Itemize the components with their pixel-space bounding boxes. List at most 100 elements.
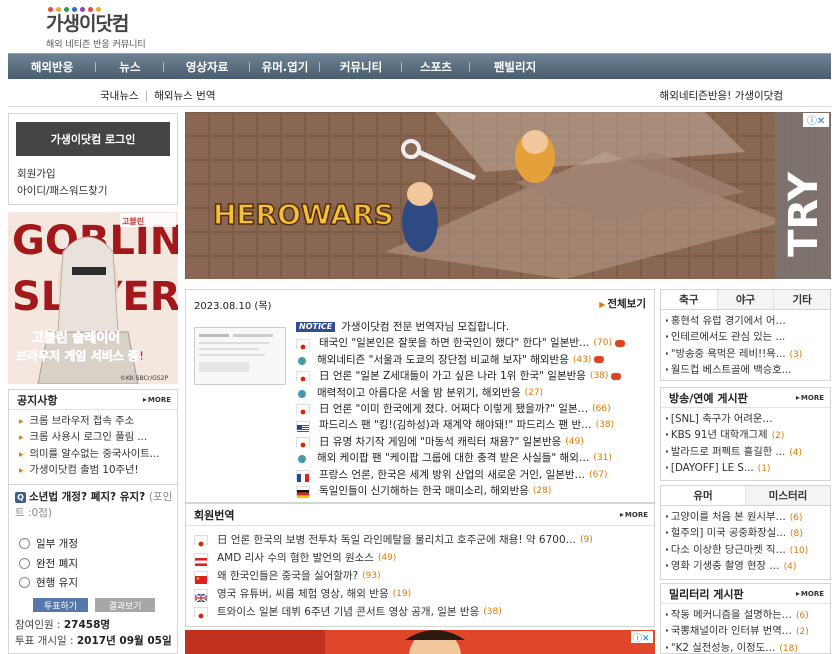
sports-item[interactable]: 인테르에서도 관심 있는 ... [665, 329, 830, 345]
tab-humor-1[interactable]: 미스터리 [745, 486, 830, 505]
news-item[interactable]: 태국인 "일본인은 잘못을 하면 한국인이 했다" 한다" 일본반… (70) [296, 335, 651, 351]
news-item[interactable]: 파드리스 팬 "킹!(김하성)과 재계약 해야돼!" 파드리스 팬 반… (38) [296, 417, 651, 433]
tab-humor-0[interactable]: 유머 [661, 486, 745, 505]
military-item[interactable]: "K2 실전성능, 이정도… (18) [665, 640, 830, 654]
view-all-link[interactable]: 전체보기 [599, 296, 646, 311]
member-item-title[interactable]: 日 언론 한국의 보병 전투차 독일 라인메탈을 물리치고 호주군에 채용! 약… [217, 531, 576, 549]
tab-sports-2[interactable]: 기타 [773, 290, 831, 309]
member-item[interactable]: AMD 리사 수의 혐한 발언의 원소스 (49) [194, 549, 654, 567]
news-thumbnail[interactable] [194, 327, 286, 385]
bottom-banner-ad[interactable]: ⓘ✕ [185, 630, 655, 654]
news-title[interactable]: 매력적이고 아름다운 서울 밤 분위기, 해외반응 [317, 385, 521, 401]
login-button[interactable]: 가생이닷컴 로그인 [16, 122, 170, 156]
sports-item[interactable]: 월드컵 베스트골에 백승호... [665, 362, 830, 378]
news-item[interactable]: 日 언론 "일본 Z세대들이 가고 싶은 나라 1위 한국" 일본반응 (38) [296, 368, 651, 384]
news-item[interactable]: 독일인들이 신기해하는 한국 매미소리, 해외반응 (28) [296, 483, 651, 499]
celeb-item-text[interactable]: [SNL] 축구가 어려운… [671, 413, 773, 425]
humor-item-text[interactable]: 영화 기생충 촬영 현장 … [671, 560, 780, 572]
humor-item[interactable]: 헐주의] 미국 공중화장실... (8) [665, 525, 830, 541]
celeb-item-text[interactable]: 발라드로 퍼펙트 흘길한 ... [671, 446, 785, 458]
military-more-link[interactable]: MORE [796, 589, 824, 598]
notice-item[interactable]: 가생이닷컴 출범 10주년! [19, 462, 177, 478]
nav-item-5[interactable]: 스포츠 [402, 59, 470, 75]
sports-item-text[interactable]: 인테르에서도 관심 있는 ... [671, 331, 785, 343]
poll-option-3[interactable]: 현행 유지 [19, 575, 78, 590]
news-item[interactable]: 해외 케이팝 팬 "케이팝 그룹에 대한 충격 받은 사실들" 해외… (31) [296, 450, 651, 466]
nav-item-0[interactable]: 해외반응 [8, 59, 96, 75]
sports-item[interactable]: 홍현석 유럽 경기에서 어… [665, 313, 830, 329]
member-item[interactable]: 왜 한국인들은 중국을 싫어할까? (93) [194, 567, 654, 585]
tab-sports-0[interactable]: 축구 [661, 290, 717, 309]
notice-item[interactable]: 크롬 브라우저 접속 주소 [19, 413, 177, 429]
news-item[interactable]: 日 언론 "이미 한국에게 졌다. 어쩌다 이렇게 됐을까?" 일본… (66) [296, 401, 651, 417]
member-item-title[interactable]: 트와이스 일본 데뷔 6주년 기념 콘서트 영상 공개, 일본 반응 [217, 603, 479, 621]
sports-item[interactable]: "방송중 욕먹은 레비!!욕...(3) [665, 346, 830, 362]
result-button[interactable]: 결과보기 [95, 598, 155, 612]
nav-item-3[interactable]: 유머.엽기 [250, 59, 320, 75]
notice-item[interactable]: 크롬 사용시 로그인 풀림 ... [19, 429, 177, 445]
news-title[interactable]: 해외 케이팝 팬 "케이팝 그룹에 대한 충격 받은 사실들" 해외… [317, 450, 589, 466]
news-title[interactable]: 가생이닷컴 전문 번역자님 모집합니다. [341, 319, 509, 335]
member-more-link[interactable]: MORE [620, 510, 648, 519]
news-title[interactable]: 해외네티즌 "서울과 도쿄의 장단점 비교해 보자" 해외반응 [317, 352, 569, 368]
celeb-item-text[interactable]: [DAYOFF] LE S... [671, 462, 754, 474]
news-title[interactable]: 독일인들이 신기해하는 한국 매미소리, 해외반응 [319, 483, 529, 499]
poll-option-1[interactable]: 일부 개정 [19, 536, 78, 551]
nav-item-6[interactable]: 팬빌리지 [470, 59, 560, 75]
military-item-text[interactable]: 국뽕채널이라 인터뷰 번역… [671, 625, 792, 637]
vote-button[interactable]: 투표하기 [33, 598, 88, 612]
tab-sports-1[interactable]: 야구 [716, 290, 774, 309]
military-item[interactable]: 작동 메커니즘을 설명하는…(6) [665, 607, 830, 623]
nav-item-2[interactable]: 영상자료 [164, 59, 250, 75]
site-logo[interactable]: 가생이닷컴 해외 네티즌 반응 커뮤니티 [46, 5, 146, 50]
news-item[interactable]: 매력적이고 아름다운 서울 밤 분위기, 해외반응 (27) [296, 385, 651, 401]
member-item-title[interactable]: 왜 한국인들은 중국을 싫어할까? [217, 567, 358, 585]
member-item-title[interactable]: AMD 리사 수의 혐한 발언의 원소스 [217, 549, 374, 567]
notice-more-link[interactable]: MORE [143, 395, 171, 404]
sports-item-text[interactable]: "방송중 욕먹은 레비!!욕... [671, 348, 786, 360]
news-item[interactable]: 日 유명 차기작 게임에 "마동석 캐릭터 채용?" 일본반응 (49) [296, 434, 651, 450]
notice-item[interactable]: 의미를 알수없는 중국사이트... [19, 446, 177, 462]
humor-item[interactable]: 고양이를 처음 본 원시부…(6) [665, 509, 830, 525]
subnav-domestic-news[interactable]: 국내뉴스 [100, 90, 139, 102]
member-item[interactable]: 영국 유튜버, 씨름 체험 영상, 해외 반응 (19) [194, 585, 654, 603]
news-item[interactable]: NOTICE 가생이닷컴 전문 번역자님 모집합니다. [296, 319, 651, 335]
celeb-item[interactable]: 발라드로 퍼펙트 흘길한 ... (4) [665, 444, 830, 460]
celeb-item-text[interactable]: KBS 91년 대학개그제 [671, 429, 768, 441]
member-item-title[interactable]: 영국 유튜버, 씨름 체험 영상, 해외 반응 [217, 585, 389, 603]
celeb-item[interactable]: [DAYOFF] LE S...(1) [665, 460, 830, 476]
celeb-more-link[interactable]: MORE [796, 393, 824, 402]
radio-icon[interactable] [19, 538, 30, 549]
radio-icon[interactable] [19, 577, 30, 588]
news-title[interactable]: 日 유명 차기작 게임에 "마동석 캐릭터 채용?" 일본반응 [319, 434, 561, 450]
news-title[interactable]: 태국인 "일본인은 잘못을 하면 한국인이 했다" 한다" 일본반… [319, 335, 590, 351]
member-item[interactable]: 트와이스 일본 데뷔 6주년 기념 콘서트 영상 공개, 일본 반응 (38) [194, 603, 654, 621]
humor-item[interactable]: 영화 기생충 촬영 현장 …(4) [665, 558, 830, 574]
poll-option-2[interactable]: 완전 폐지 [19, 556, 78, 571]
news-title[interactable]: 파드리스 팬 "킹!(김하성)과 재계약 해야돼!" 파드리스 팬 반… [319, 417, 592, 433]
find-account-link[interactable]: 아이디/패스워드찾기 [17, 183, 107, 198]
military-item-text[interactable]: 작동 메커니즘을 설명하는… [671, 609, 792, 621]
sports-item-text[interactable]: 홍현석 유럽 경기에서 어… [671, 315, 786, 327]
humor-item-text[interactable]: 헐주의] 미국 공중화장실... [671, 527, 786, 539]
subnav-foreign-news[interactable]: 해외뉴스 번역 [154, 90, 215, 102]
hero-wars-ad[interactable]: HEROWARS TRY ⓘ✕ [185, 112, 831, 279]
sports-item-text[interactable]: 월드컵 베스트골에 백승호... [671, 364, 792, 376]
goblin-slayer-ad[interactable]: GOBLIN SLAYER 고블린 고블린 슬레이어 브라우저 게임 서비스 중… [8, 212, 178, 384]
member-item[interactable]: 日 언론 한국의 보병 전투차 독일 라인메탈을 물리치고 호주군에 채용! 약… [194, 531, 654, 549]
join-link[interactable]: 회원가입 [17, 166, 56, 181]
military-item-text[interactable]: "K2 실전성능, 이정도… [671, 642, 775, 654]
radio-icon[interactable] [19, 558, 30, 569]
news-title[interactable]: 日 언론 "이미 한국에게 졌다. 어쩌다 이렇게 됐을까?" 일본… [319, 401, 588, 417]
news-title[interactable]: 프랑스 언론, 한국은 세계 방위 산업의 새로운 거인, 일본반… [319, 467, 585, 483]
news-item[interactable]: 프랑스 언론, 한국은 세계 방위 산업의 새로운 거인, 일본반… (67) [296, 467, 651, 483]
humor-item-text[interactable]: 고양이를 처음 본 원시부… [671, 511, 786, 523]
celeb-item[interactable]: KBS 91년 대학개그제(2) [665, 427, 830, 443]
celeb-item[interactable]: [SNL] 축구가 어려운… [665, 411, 830, 427]
humor-item[interactable]: 다소 이상한 당근마켓 직…(10) [665, 542, 830, 558]
news-title[interactable]: 日 언론 "일본 Z세대들이 가고 싶은 나라 1위 한국" 일본반응 [319, 368, 586, 384]
military-item[interactable]: 국뽕채널이라 인터뷰 번역…(2) [665, 623, 830, 639]
nav-item-4[interactable]: 커뮤니티 [320, 59, 402, 75]
news-item[interactable]: 해외네티즌 "서울과 도쿄의 장단점 비교해 보자" 해외반응 (43) [296, 352, 651, 368]
nav-item-1[interactable]: 뉴스 [96, 59, 164, 75]
